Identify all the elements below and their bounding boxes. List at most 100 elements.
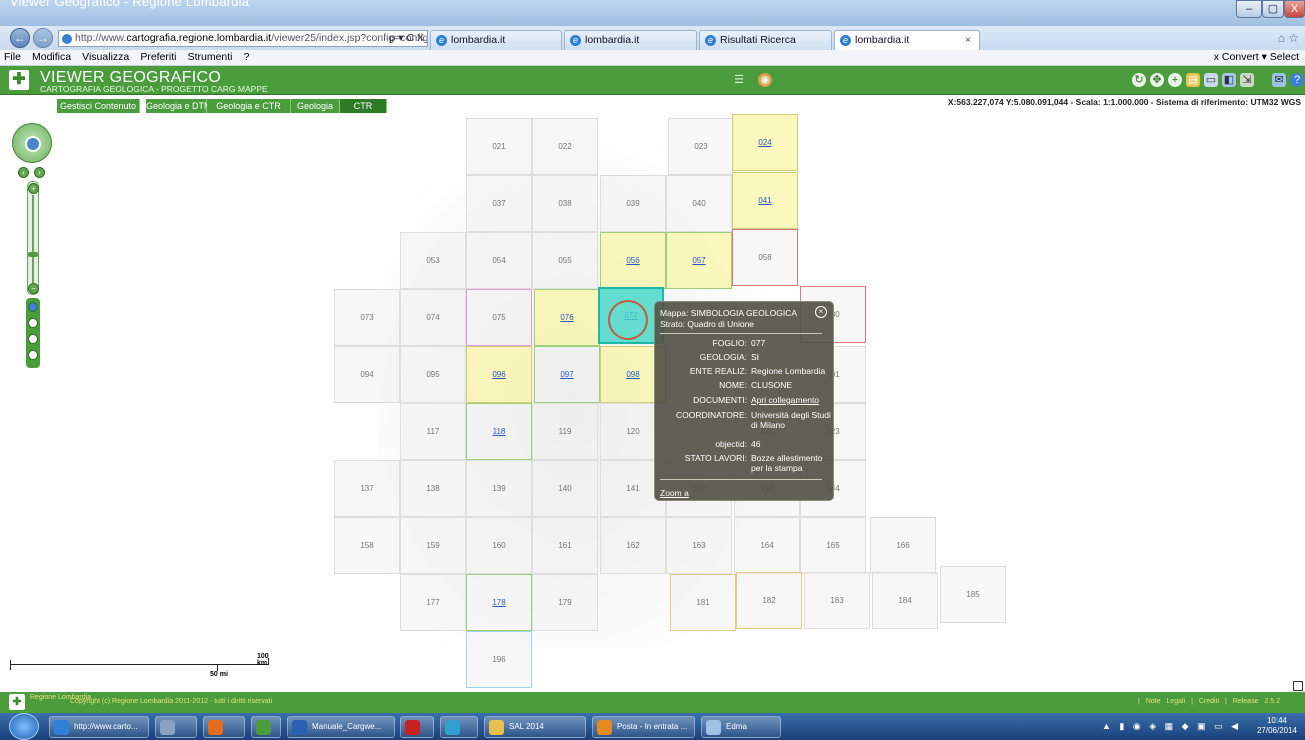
map-tile-158[interactable]: 158: [334, 517, 400, 574]
map-tile-184[interactable]: 184: [872, 572, 938, 629]
popup-zoom-link[interactable]: Zoom a: [660, 488, 689, 498]
map-tile-055[interactable]: 055: [532, 232, 598, 289]
layer-button-geologia-dtm[interactable]: Geologia e DTM: [146, 99, 212, 113]
menu-visualizza[interactable]: Visualizza: [82, 50, 129, 65]
map-tile-097[interactable]: 097: [534, 346, 600, 403]
map-tile-058[interactable]: 058: [732, 229, 798, 286]
map-tile-179[interactable]: 179: [532, 574, 598, 631]
map-tile-138[interactable]: 138: [400, 460, 466, 517]
forward-icon[interactable]: →: [33, 28, 53, 48]
map-tile-183[interactable]: 183: [804, 572, 870, 629]
pan-control[interactable]: [12, 123, 52, 163]
map-tile-037[interactable]: 037: [466, 175, 532, 232]
task-app-3[interactable]: [203, 716, 245, 738]
map-tile-161[interactable]: 161: [532, 517, 598, 574]
map-tile-057[interactable]: 057: [666, 232, 732, 289]
export-icon[interactable]: ⇲: [1240, 73, 1254, 87]
map-tile-074[interactable]: 074: [400, 289, 466, 346]
tab-1[interactable]: e lombardia.it: [430, 30, 562, 50]
convert-toolbar[interactable]: x Convert ▾ Select: [1214, 50, 1299, 65]
map-tile-182[interactable]: 182: [736, 572, 802, 629]
map-tile-177[interactable]: 177: [400, 574, 466, 631]
map-tile-096[interactable]: 096: [466, 346, 532, 403]
task-ie[interactable]: http://www.carto...: [49, 716, 149, 738]
map-tile-021[interactable]: 021: [466, 118, 532, 175]
footer-links[interactable]: | Note Legali | Crediti | Release 2.5.2: [1138, 698, 1280, 705]
map-tile-073[interactable]: 073: [334, 289, 400, 346]
zoom-thumb[interactable]: [28, 252, 38, 257]
map-tile-095[interactable]: 095: [400, 346, 466, 403]
map-tile-162[interactable]: 162: [600, 517, 666, 574]
popup-document-link[interactable]: Apri collegamento: [751, 395, 831, 405]
minimize-button[interactable]: –: [1236, 0, 1262, 18]
layer-button-geologia-ctr[interactable]: Geologia e CTR: [207, 99, 291, 113]
folder-icon[interactable]: ▤: [1186, 73, 1200, 87]
menu-strumenti[interactable]: Strumenti: [188, 50, 233, 65]
globe-icon[interactable]: ◉: [758, 73, 772, 87]
menu-file[interactable]: File: [4, 50, 21, 65]
map-tile-076[interactable]: 076: [534, 289, 600, 346]
map-tile-094[interactable]: 094: [334, 346, 400, 403]
home-icon[interactable]: ⌂: [1278, 31, 1285, 45]
popup-close-icon[interactable]: ×: [815, 306, 827, 318]
map-tile-185[interactable]: 185: [940, 566, 1006, 623]
overview-toggle-icon[interactable]: [1293, 681, 1303, 691]
close-button[interactable]: X: [1284, 0, 1305, 18]
task-edma[interactable]: Edma: [701, 716, 781, 738]
map-tile-118[interactable]: 118: [466, 403, 532, 460]
map-tile-024[interactable]: 024: [732, 114, 798, 171]
map-tile-054[interactable]: 054: [466, 232, 532, 289]
print-icon[interactable]: ▭: [1204, 73, 1218, 87]
map-tile-075[interactable]: 075: [466, 289, 532, 346]
task-globe[interactable]: [440, 716, 478, 738]
zoom-out-icon[interactable]: −: [28, 283, 39, 294]
zoom-prev-icon[interactable]: ‹: [18, 167, 29, 178]
map-tile-041[interactable]: 041: [732, 172, 798, 229]
measure-icon[interactable]: ◧: [1222, 73, 1236, 87]
tab-4-active[interactable]: e lombardia.it ×: [834, 30, 980, 50]
task-outlook[interactable]: Posta - In entrata ...: [592, 716, 695, 738]
tab-close-icon[interactable]: ×: [965, 31, 971, 49]
address-bar[interactable]: http://www.cartografia.regione.lombardia…: [58, 30, 428, 47]
map-tile-160[interactable]: 160: [466, 517, 532, 574]
back-icon[interactable]: ←: [10, 28, 30, 48]
task-word[interactable]: Manuale_Cargwe...: [287, 716, 395, 738]
map-tile-053[interactable]: 053: [400, 232, 466, 289]
menu-preferiti[interactable]: Preferiti: [140, 50, 176, 65]
task-app-4[interactable]: [251, 716, 281, 738]
hand-tool-icon[interactable]: [28, 318, 38, 328]
layer-button-gestisci[interactable]: Gestisci Contenuto: [57, 99, 140, 113]
tray-icons[interactable]: ▲ ▮ ◉ ◈ ▦ ◆ ▣ ▭ ◀: [1102, 721, 1241, 732]
info-tool-icon[interactable]: [28, 302, 38, 312]
map-tile-023[interactable]: 023: [668, 118, 734, 175]
map-tile-181[interactable]: 181: [670, 574, 736, 631]
mail-icon[interactable]: ✉: [1272, 73, 1286, 87]
maximize-button[interactable]: ▢: [1262, 0, 1284, 18]
start-button[interactable]: [9, 713, 39, 740]
layer-button-ctr[interactable]: CTR: [340, 99, 387, 113]
map-tile-137[interactable]: 137: [334, 460, 400, 517]
map-tile-159[interactable]: 159: [400, 517, 466, 574]
clock[interactable]: 10:44 27/06/2014: [1257, 716, 1297, 736]
zoom-in-tool-icon[interactable]: [28, 334, 38, 344]
map-tile-139[interactable]: 139: [466, 460, 532, 517]
help-icon[interactable]: ?: [1290, 73, 1304, 87]
task-acrobat[interactable]: [400, 716, 434, 738]
menu-help[interactable]: ?: [244, 50, 250, 65]
map-tile-022[interactable]: 022: [532, 118, 598, 175]
pan-icon[interactable]: ✥: [1150, 73, 1164, 87]
refresh-icon[interactable]: ↻: [1132, 73, 1146, 87]
map-tile-166[interactable]: 166: [870, 517, 936, 574]
favorites-icon[interactable]: ☆: [1288, 31, 1299, 45]
map-tile-117[interactable]: 117: [400, 403, 466, 460]
task-app-2[interactable]: [155, 716, 197, 738]
layer-button-geologia[interactable]: Geologia: [291, 99, 340, 113]
zoom-next-icon[interactable]: ›: [34, 167, 45, 178]
map-tile-040[interactable]: 040: [666, 175, 732, 232]
tab-2[interactable]: e lombardia.it: [564, 30, 697, 50]
map-tile-038[interactable]: 038: [532, 175, 598, 232]
zoom-in-icon[interactable]: +: [28, 183, 39, 194]
map-tile-164[interactable]: 164: [734, 517, 800, 574]
tab-3[interactable]: e Risultati Ricerca: [699, 30, 832, 50]
zoom-out-tool-icon[interactable]: [28, 350, 38, 360]
